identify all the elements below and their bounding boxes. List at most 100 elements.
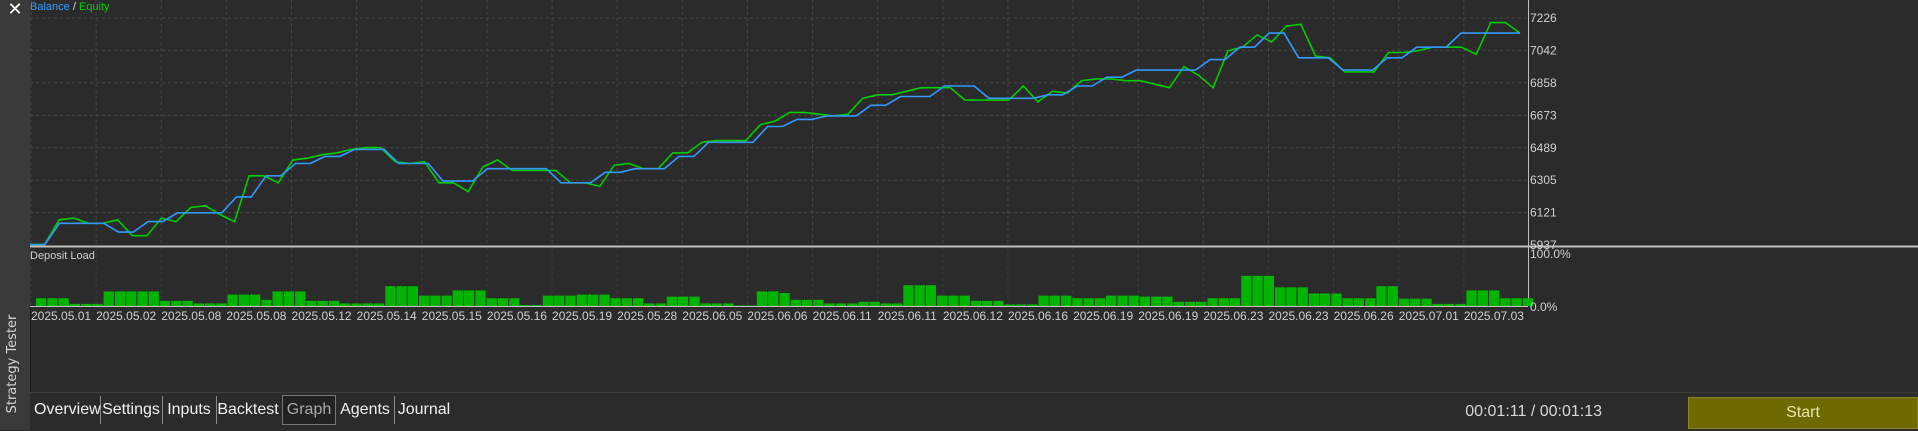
deposit-load-bar (1162, 296, 1173, 306)
close-icon[interactable]: ✕ (2, 0, 28, 20)
deposit-load-bar (711, 303, 723, 306)
x-tick-label: 2025.05.19 (552, 309, 612, 323)
x-tick-label: 2025.05.08 (226, 309, 286, 323)
deposit-load-bar (182, 300, 193, 306)
deposit-load-bar (520, 305, 531, 306)
deposit-load-bar (193, 303, 204, 306)
deposit-load-bar (92, 303, 103, 306)
tab-settings[interactable]: Settings (100, 396, 163, 424)
deposit-load-bar (261, 299, 272, 306)
x-tick-label: 2025.06.06 (747, 309, 807, 323)
x-tick-label: 2025.05.01 (31, 309, 91, 323)
deposit-load-bar (1297, 287, 1308, 306)
deposit-load-bar (937, 295, 948, 306)
x-tick-label: 2025.06.05 (682, 309, 742, 323)
deposit-load-bar (47, 298, 58, 306)
deposit-load-bar (1308, 293, 1319, 306)
deposit-load-bar (407, 286, 418, 306)
side-strip: ✕ Strategy Tester (0, 0, 31, 430)
deposit-load-bar (1500, 298, 1511, 306)
y-tick-label: 7042 (1530, 43, 1557, 57)
x-tick-label: 2025.07.01 (1399, 309, 1459, 323)
deposit-load-bar (1139, 296, 1151, 306)
deposit-load-bar (1421, 298, 1432, 306)
deposit-load-bar (723, 303, 734, 306)
x-tick-label: 2025.05.28 (617, 309, 677, 323)
deposit-load-bar (283, 291, 295, 306)
deposit-load-bar (542, 295, 554, 306)
deposit-load-bar (475, 290, 486, 306)
deposit-load-bar (745, 305, 756, 306)
deposit-load-bar (1083, 298, 1094, 306)
deposit-load-bar (700, 303, 711, 306)
x-tick-label: 2025.05.16 (487, 309, 547, 323)
deposit-load-bar (36, 298, 47, 306)
deposit-load-bar (171, 300, 182, 306)
deposit-load-bar (666, 296, 677, 306)
deposit-load-bar (948, 295, 959, 306)
x-tick-label: 2025.05.15 (422, 309, 482, 323)
deposit-load-bar (644, 303, 655, 306)
x-tick-label: 2025.06.23 (1268, 309, 1328, 323)
tab-bar: Overview Settings Inputs Backtest Graph … (30, 392, 1918, 431)
deposit-load-bar (486, 298, 497, 306)
deposit-load-bar (869, 301, 880, 306)
deposit-load-bar (1060, 295, 1072, 306)
deposit-load-bar (678, 296, 689, 306)
deposit-load-bar (1432, 303, 1443, 306)
deposit-load-bar (295, 291, 306, 306)
legend-separator: / (70, 1, 79, 13)
deposit-load-bar (126, 291, 137, 306)
deposit-load-bar (599, 294, 610, 306)
deposit-load-bar (69, 303, 81, 306)
deposit-load-bar (858, 301, 869, 306)
deposit-load-bar (903, 285, 914, 306)
deposit-load-bar (250, 294, 261, 306)
deposit-load-bar (959, 295, 970, 306)
deposit-load-bar (1263, 275, 1274, 306)
deposit-load-bar (1398, 298, 1410, 306)
deposit-load-bar (1488, 290, 1500, 306)
deposit-load-bar (1455, 303, 1466, 306)
y-tick-label: 6305 (1530, 173, 1557, 187)
deposit-load-bar (835, 303, 846, 306)
y-tick-label: 6121 (1530, 206, 1557, 220)
deposit-load-bar (587, 294, 599, 306)
deposit-load-bar (1274, 287, 1286, 306)
deposit-load-bar (846, 303, 858, 306)
tab-overview[interactable]: Overview (34, 396, 101, 424)
tab-backtest[interactable]: Backtest (216, 396, 280, 424)
deposit-load-bar (621, 298, 632, 306)
tab-graph[interactable]: Graph (282, 395, 336, 425)
deposit-load-bar (1376, 286, 1387, 306)
deposit-load-bar (1004, 304, 1015, 306)
deposit-load-bar (768, 291, 779, 306)
deposit-load-bar (689, 296, 700, 306)
deposit-load-bar (790, 299, 801, 306)
tab-inputs[interactable]: Inputs (162, 396, 217, 424)
deposit-load-bar (880, 303, 891, 306)
y-tick-label: 7226 (1530, 11, 1557, 25)
deposit-load-bar (1128, 295, 1139, 306)
deposit-load-bar (982, 300, 993, 306)
x-tick-label: 2025.06.11 (878, 309, 937, 323)
deposit-load-title: Deposit Load (30, 250, 95, 262)
deposit-load-bar (418, 295, 430, 306)
legend-equity: Equity (79, 1, 110, 13)
deposit-load-bar (452, 290, 463, 306)
start-button[interactable]: Start (1688, 397, 1918, 429)
deposit-load-bar (1094, 298, 1105, 306)
deposit-load-bar (1241, 275, 1252, 306)
tab-agents[interactable]: Agents (336, 396, 395, 424)
deposit-load-bar (103, 291, 114, 306)
deposit-load-bar (317, 300, 328, 306)
deposit-load-bar (1342, 298, 1353, 306)
deposit-load-bar (1184, 301, 1196, 306)
deposit-load-bar (1365, 298, 1376, 306)
deposit-load-bar (1015, 304, 1027, 306)
deposit-min-label: 0.0% (1530, 300, 1558, 314)
x-tick-label: 2025.05.12 (292, 309, 352, 323)
x-tick-label: 2025.06.16 (1008, 309, 1068, 323)
tab-journal[interactable]: Journal (394, 396, 454, 424)
deposit-load-bar (655, 303, 666, 306)
